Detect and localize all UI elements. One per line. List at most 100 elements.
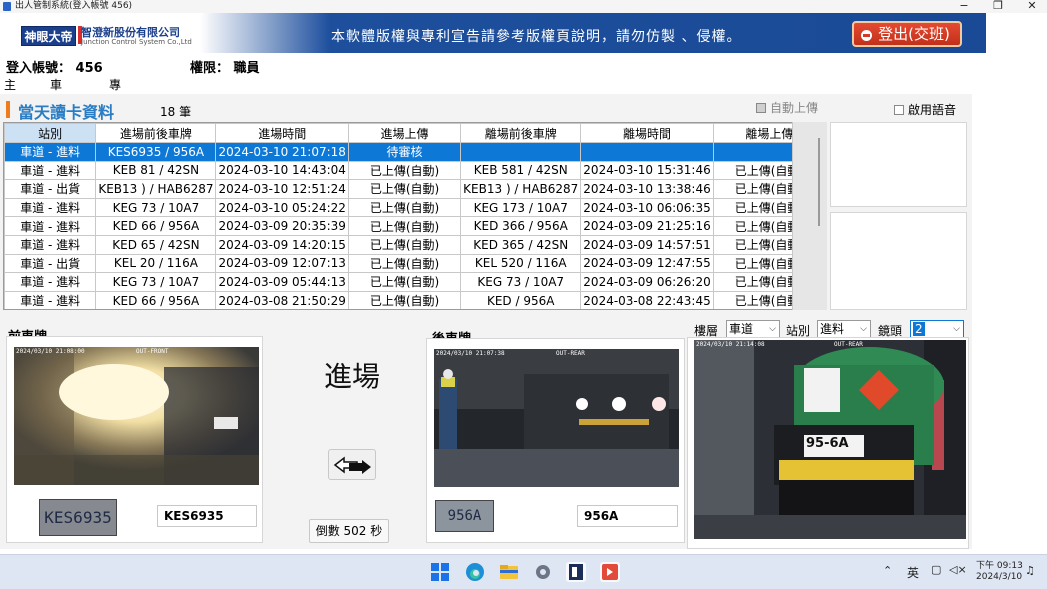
table-cell: 車道 - 出貨 — [4, 179, 97, 199]
table-cell: KEL 520 / 116A — [460, 253, 582, 274]
notification-bell-icon[interactable]: ♫ — [1025, 564, 1035, 577]
table-cell: 已上傳(自動) — [347, 272, 462, 292]
tray-overflow-icon[interactable]: ⌃ — [883, 564, 892, 577]
auto-upload-label: 自動上傳 — [770, 101, 819, 115]
column-header[interactable]: 站別 — [4, 123, 97, 143]
table-cell: 2024-03-08 21:50:29 — [215, 290, 349, 309]
table-cell — [460, 142, 582, 162]
table-cell: 2024-03-09 12:47:55 — [580, 253, 714, 274]
table-row[interactable]: 車道 - 進料 KES6935 / 956A 2024-03-10 21:07:18… — [4, 142, 826, 162]
side-panel-bottom — [830, 212, 967, 310]
chevron-down-icon: ⌵ — [769, 324, 776, 334]
enable-voice-check-icon[interactable] — [894, 105, 904, 115]
table-cell: 2024-03-10 21:07:18 — [215, 142, 349, 162]
close-button[interactable]: ✕ — [1015, 0, 1047, 13]
table-row[interactable]: 車道 - 進料 KED 65 / 42SN 2024-03-09 14:20:15 已… — [4, 234, 826, 255]
auto-upload-checkbox: 自動上傳 — [756, 99, 818, 116]
table-row[interactable]: 車道 - 進料 KED 66 / 956A 2024-03-09 20:35:39 已… — [4, 216, 826, 236]
enable-voice-checkbox[interactable]: 啟用語音 — [894, 101, 956, 118]
column-header[interactable]: 進場上傳 — [347, 123, 462, 143]
table-cell: 2024-03-10 15:31:46 — [580, 160, 714, 181]
logout-icon — [861, 30, 872, 41]
table-scrollbar[interactable] — [792, 122, 827, 310]
live-cam-tag: OUT-REAR — [834, 341, 863, 348]
minimize-button[interactable]: − — [947, 0, 981, 13]
table-cell: 已上傳(自動) — [347, 216, 462, 236]
maximize-button[interactable]: ❐ — [981, 0, 1015, 13]
table-cell: KEB13 ) / HAB6287 — [460, 179, 582, 199]
gear-icon — [536, 565, 550, 579]
start-button[interactable] — [430, 562, 450, 582]
table-row[interactable]: 車道 - 進料 KEB 81 / 42SN 2024-03-10 14:43:04 已… — [4, 160, 826, 181]
section-accent — [6, 101, 10, 118]
swap-arrows-icon — [333, 456, 371, 474]
company-logo: 神眼大帝 — [21, 26, 76, 46]
rear-camera-scene — [434, 349, 679, 487]
permission-label: 權限： — [190, 61, 230, 76]
folder-icon — [500, 565, 518, 579]
table-cell: KEL 20 / 116A — [95, 253, 217, 274]
records-table: 站別 進場前後車牌 進場時間 進場上傳 離場前後車牌 離場時間 離場上傳 車道 - 進料 KE… — [4, 123, 826, 309]
direction-indicator: 進場 — [324, 360, 381, 393]
switch-direction-button[interactable] — [328, 449, 376, 480]
table-cell: KEG 73 / 10A7 — [460, 272, 582, 292]
live-camera-image: 2024/03/10 21:14:08 OUT-REAR 95-6A — [694, 340, 966, 539]
lens-select[interactable]: 2 ⌵ — [910, 320, 964, 338]
section-title: 當天讀卡資料 — [18, 103, 115, 122]
station-select-value: 進料 — [820, 322, 845, 336]
file-explorer-button[interactable] — [499, 562, 519, 582]
record-count: 18 筆 — [160, 105, 192, 119]
app-window-icon — [569, 564, 583, 580]
live-cam-timestamp: 2024/03/10 21:14:08 — [696, 341, 765, 348]
front-plate-field[interactable]: KES6935 — [157, 505, 257, 527]
side-panel-top — [830, 122, 967, 207]
table-row[interactable]: 車道 - 出貨 KEL 20 / 116A 2024-03-09 12:07:13 已… — [4, 253, 826, 274]
table-cell: KEG 73 / 10A7 — [95, 197, 217, 218]
column-header[interactable]: 進場前後車牌 — [95, 123, 217, 143]
tray-time[interactable]: 下午 09:13 — [976, 558, 1023, 571]
network-icon[interactable]: ▢ — [931, 563, 941, 576]
app-icon — [3, 2, 11, 11]
table-cell: 已上傳(自動) — [347, 179, 462, 199]
remote-app-button[interactable] — [600, 562, 620, 582]
table-cell: 2024-03-09 21:25:16 — [580, 216, 714, 236]
table-row[interactable]: 車道 - 進料 KEG 73 / 10A7 2024-03-10 05:24:22 已… — [4, 197, 826, 218]
front-camera-scene — [14, 347, 259, 485]
table-cell: 2024-03-09 06:26:20 — [580, 272, 714, 292]
chevron-down-icon: ⌵ — [953, 324, 960, 334]
rear-plate-field[interactable]: 956A — [577, 505, 678, 527]
table-cell: 2024-03-09 05:44:13 — [215, 272, 349, 292]
table-cell: 車道 - 進料 — [4, 160, 97, 181]
scrollbar-thumb[interactable] — [818, 138, 820, 226]
volume-icon[interactable]: ◁× — [949, 563, 967, 576]
logout-button[interactable]: 登出(交班) — [852, 21, 962, 47]
app-button-active[interactable] — [566, 562, 586, 582]
floor-select[interactable]: 車道 ⌵ — [726, 320, 780, 338]
table-cell: KED 365 / 42SN — [460, 234, 582, 255]
table-cell: KEB 581 / 42SN — [460, 160, 582, 181]
station-select[interactable]: 進料 ⌵ — [817, 320, 871, 338]
table-row[interactable]: 車道 - 出貨 KEB13 ) / HAB6287 2024-03-10 12:51… — [4, 179, 826, 199]
tray-date[interactable]: 2024/3/10 — [976, 572, 1022, 582]
table-cell: 2024-03-10 14:43:04 — [215, 160, 349, 181]
table-cell: 車道 - 出貨 — [4, 253, 97, 274]
column-header[interactable]: 離場時間 — [580, 123, 714, 143]
edge-browser-button[interactable] — [465, 562, 485, 582]
countdown-button[interactable]: 倒數 502 秒 — [309, 519, 389, 543]
settings-button[interactable] — [533, 562, 553, 582]
account-label: 登入帳號： — [6, 61, 72, 76]
input-language[interactable]: 英 — [907, 564, 919, 581]
table-cell: 車道 - 進料 — [4, 216, 97, 236]
table-cell: 2024-03-10 06:06:35 — [580, 197, 714, 218]
table-cell — [580, 142, 714, 162]
table-row[interactable]: 車道 - 進料 KEG 73 / 10A7 2024-03-09 05:44:13 已… — [4, 272, 826, 292]
permission-value: 職員 — [233, 61, 260, 76]
table-cell: KES6935 / 956A — [95, 142, 217, 162]
title-bar: 出人管制系統(登入帳號 456) − ❐ ✕ — [0, 0, 1047, 13]
table-cell: KEG 173 / 10A7 — [460, 197, 582, 218]
column-header[interactable]: 離場前後車牌 — [460, 123, 582, 143]
table-row[interactable]: 車道 - 進料 KED 66 / 956A 2024-03-08 21:50:29 已… — [4, 290, 826, 309]
column-header[interactable]: 進場時間 — [215, 123, 349, 143]
rear-plate-thumbnail: 956A — [435, 500, 494, 532]
table-cell: 2024-03-09 20:35:39 — [215, 216, 349, 236]
